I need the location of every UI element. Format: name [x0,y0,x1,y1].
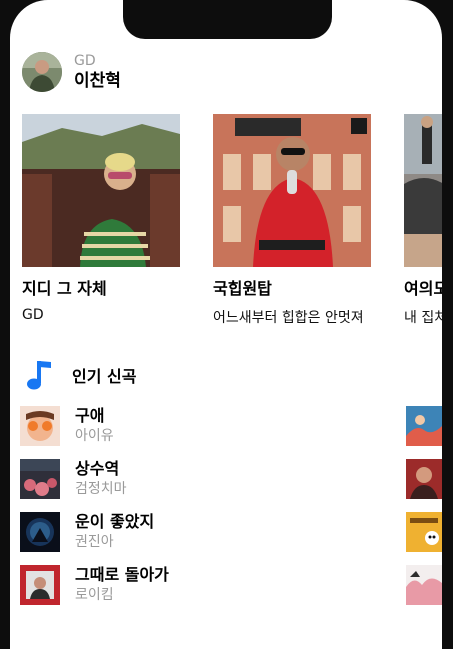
album-art[interactable] [20,512,60,552]
section-header: 인기 신곡 [22,358,136,392]
album-art[interactable] [20,459,60,499]
song-item[interactable]: 구애 아이유 [20,406,114,452]
video-subtitle: GD [22,307,44,323]
video-thumbnail[interactable] [404,114,442,267]
device-notch [123,0,332,39]
song-item[interactable]: 상수역 검정치마 [20,459,127,505]
song-artist: 아이유 [75,428,114,444]
video-thumbnail[interactable] [22,114,180,267]
music-note-icon [22,358,56,392]
video-card[interactable]: 지디 그 자체 GD [22,114,180,323]
song-title: 운이 좋았지 [75,512,155,531]
video-card[interactable]: 국힙원탑 어느새부터 힙합은 안멋져 [213,114,371,327]
album-art[interactable] [20,406,60,446]
video-title: 여의도 [404,279,442,298]
album-art[interactable] [406,565,442,605]
artist-name: 이찬혁 [74,71,121,91]
device-frame: GD 이찬혁 지디 그 자체 GD 국힙원탑 어느새부터 힙합은 안멋져 여의도… [0,0,453,649]
video-card[interactable]: 여의도 내 집처럼 [404,114,442,327]
album-art[interactable] [20,565,60,605]
video-subtitle: 어느새부터 힙합은 안멋져 [213,310,364,326]
album-art[interactable] [406,406,442,446]
video-title: 지디 그 자체 [22,279,107,298]
song-item[interactable]: 그때로 돌아가 로이킴 [20,565,169,611]
video-row: 지디 그 자체 GD 국힙원탑 어느새부터 힙합은 안멋져 여의도 내 집처 [22,114,442,334]
section-title: 인기 신곡 [72,367,137,386]
album-art[interactable] [406,512,442,552]
artist-avatar[interactable] [22,52,62,92]
album-art[interactable] [406,459,442,499]
app-screen: GD 이찬혁 지디 그 자체 GD 국힙원탑 어느새부터 힙합은 안멋져 여의도… [10,0,442,649]
song-title: 구애 [75,406,105,425]
song-title: 상수역 [75,459,120,478]
artist-label: GD [74,53,96,69]
song-title: 그때로 돌아가 [75,565,169,584]
song-artist: 권진아 [75,534,114,550]
video-title: 국힙원탑 [213,279,272,298]
song-artist: 로이킴 [75,587,114,603]
song-item[interactable]: 운이 좋았지 권진아 [20,512,154,558]
song-artist: 검정치마 [75,481,127,497]
video-thumbnail[interactable] [213,114,371,267]
artist-header[interactable]: GD 이찬혁 [22,52,121,92]
video-subtitle: 내 집처럼 [404,310,442,326]
